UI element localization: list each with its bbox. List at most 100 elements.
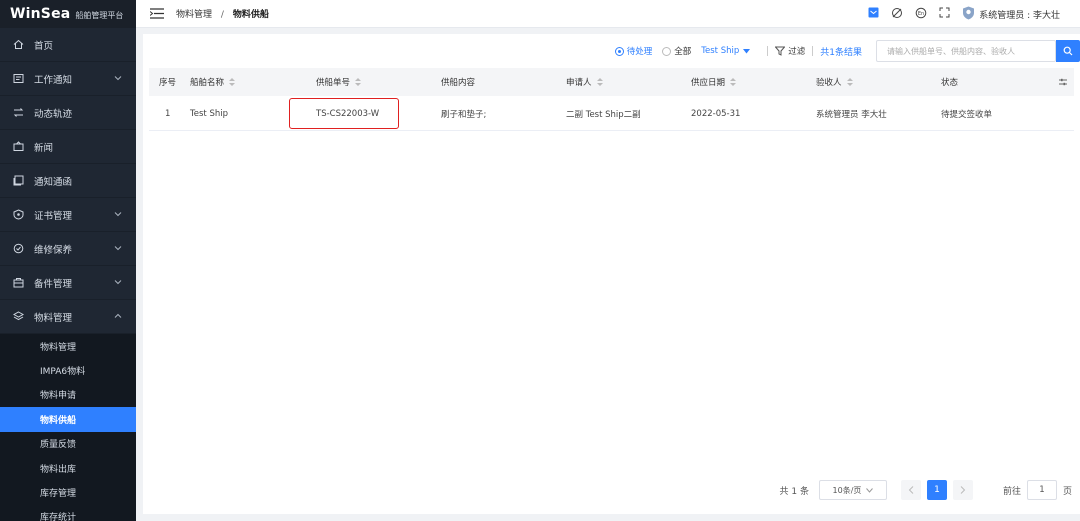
maintenance-icon xyxy=(12,243,24,255)
fullscreen-icon[interactable] xyxy=(939,7,950,21)
brand: WinSea 船舶管理平台 xyxy=(0,0,136,28)
prev-page-button[interactable] xyxy=(900,480,921,500)
sort-icon[interactable] xyxy=(229,78,236,86)
search-button[interactable] xyxy=(1056,40,1080,62)
column-header-supply-no[interactable]: 供船单号 xyxy=(316,68,362,96)
submenu-item-inventory-mgmt[interactable]: 库存管理 xyxy=(0,480,136,504)
chevron-down-icon xyxy=(114,278,122,289)
sidebar-item-track[interactable]: 动态轨迹 xyxy=(0,96,136,130)
message-icon[interactable] xyxy=(868,7,879,21)
radio-pending[interactable]: 待处理 xyxy=(614,45,653,57)
page-size-select[interactable]: 10条/页 xyxy=(818,480,887,500)
submenu-item-material-supply[interactable]: 物料供船 xyxy=(0,407,136,432)
column-header-status: 状态 xyxy=(941,78,959,88)
sidebar-item-label: 工作通知 xyxy=(34,74,73,86)
sidebar-item-label: 维修保养 xyxy=(34,244,73,256)
avatar xyxy=(962,6,975,23)
chevron-up-icon xyxy=(114,312,122,323)
cell-index: 1 xyxy=(165,109,171,119)
column-header-ship[interactable]: 船舶名称 xyxy=(190,68,236,96)
cell-ship-name: Test Ship xyxy=(190,109,228,119)
cell-applicant: 二副 Test Ship二副 xyxy=(566,110,641,120)
sidebar-item-circular[interactable]: 通知通函 xyxy=(0,164,136,198)
filter-button[interactable]: 过滤 xyxy=(775,45,805,57)
sidebar: WinSea 船舶管理平台 首页 工作通知 动态轨迹 新闻 通知通函 证书管理 … xyxy=(0,0,136,521)
table-header: 序号 船舶名称 供船单号 供船内容 申请人 供应日期 验收人 状态 xyxy=(149,68,1074,96)
menu-toggle-icon[interactable] xyxy=(150,8,164,19)
sort-icon[interactable] xyxy=(355,78,362,86)
sidebar-item-label: 动态轨迹 xyxy=(34,108,73,120)
chevron-left-icon xyxy=(908,486,914,494)
submenu-item-material-outbound[interactable]: 物料出库 xyxy=(0,456,136,480)
sort-icon[interactable] xyxy=(730,78,737,86)
track-icon xyxy=(12,107,24,119)
chevron-down-icon xyxy=(114,210,122,221)
breadcrumb: 物料管理 / 物料供船 xyxy=(176,7,269,20)
submenu-item-material-mgmt[interactable]: 物料管理 xyxy=(0,334,136,358)
submenu-item-inventory-stats[interactable]: 库存统计 xyxy=(0,505,136,521)
user-label: 系统管理员 : 李大壮 xyxy=(979,10,1060,21)
divider xyxy=(812,46,814,56)
chevron-right-icon xyxy=(960,486,966,494)
sidebar-item-news[interactable]: 新闻 xyxy=(0,130,136,164)
circular-icon xyxy=(12,175,24,187)
column-header-applicant[interactable]: 申请人 xyxy=(566,68,603,96)
caret-down-icon xyxy=(743,48,751,53)
no-signal-icon[interactable] xyxy=(891,7,903,22)
ship-select[interactable]: Test Ship xyxy=(701,46,751,56)
cell-content: 刷子和垫子; xyxy=(441,110,487,120)
next-page-button[interactable] xyxy=(952,480,973,500)
column-header-index: 序号 xyxy=(159,78,177,88)
sidebar-item-label: 通知通函 xyxy=(34,176,73,188)
sort-icon[interactable] xyxy=(846,78,853,86)
brand-subtitle: 船舶管理平台 xyxy=(75,10,124,20)
sort-icon[interactable] xyxy=(596,78,603,86)
sidebar-item-label: 新闻 xyxy=(34,142,54,154)
brand-logo: WinSea xyxy=(10,6,71,22)
table-row[interactable]: 1 Test Ship TS-CS22003-W 刷子和垫子; 二副 Test … xyxy=(149,97,1074,131)
toolbar: 待处理 全部 Test Ship 过滤 共1条结果 请输入供船单号、供船内容、验… xyxy=(614,39,1080,63)
sidebar-item-work-notice[interactable]: 工作通知 xyxy=(0,62,136,96)
sidebar-item-label: 备件管理 xyxy=(34,278,73,290)
language-icon[interactable]: En xyxy=(915,7,927,22)
svg-text:En: En xyxy=(918,10,924,16)
radio-label: 全部 xyxy=(674,47,692,57)
radio-label: 待处理 xyxy=(626,47,653,57)
chevron-down-icon xyxy=(114,244,122,255)
submenu-item-quality-feedback[interactable]: 质量反馈 xyxy=(0,432,136,456)
header-actions: En 系统管理员 : 李大壮 xyxy=(868,0,1060,28)
sidebar-item-home[interactable]: 首页 xyxy=(0,28,136,62)
user-menu[interactable]: 系统管理员 : 李大壮 xyxy=(962,6,1060,23)
sidebar-item-label: 物料管理 xyxy=(34,312,73,324)
sidebar-item-certificate[interactable]: 证书管理 xyxy=(0,198,136,232)
goto-page-input[interactable]: 1 xyxy=(1026,480,1057,500)
goto-label: 前往 xyxy=(1002,486,1021,497)
sidebar-item-material[interactable]: 物料管理 xyxy=(0,300,136,334)
news-icon xyxy=(12,141,24,153)
cell-date: 2022-05-31 xyxy=(691,109,741,119)
column-header-date[interactable]: 供应日期 xyxy=(691,68,737,96)
ship-select-value: Test Ship xyxy=(701,46,740,56)
column-header-acceptor[interactable]: 验收人 xyxy=(816,68,853,96)
material-icon xyxy=(12,311,24,323)
submenu-item-material-apply[interactable]: 物料申请 xyxy=(0,383,136,407)
page-unit-label: 页 xyxy=(1062,486,1072,497)
certificate-icon xyxy=(12,209,24,221)
breadcrumb-item[interactable]: 物料管理 xyxy=(176,10,212,20)
cell-acceptor: 系统管理员 李大壮 xyxy=(816,110,887,120)
top-header: 物料管理 / 物料供船 En 系统管理员 : 李大壮 xyxy=(136,0,1080,28)
page-size-value: 10条/页 xyxy=(832,485,862,495)
column-settings-icon[interactable] xyxy=(1059,68,1067,96)
radio-all[interactable]: 全部 xyxy=(662,45,691,57)
breadcrumb-separator: / xyxy=(220,10,224,20)
notice-icon xyxy=(12,73,24,85)
sidebar-item-maintenance[interactable]: 维修保养 xyxy=(0,232,136,266)
search-input[interactable]: 请输入供船单号、供船内容、验收人 xyxy=(876,40,1056,62)
search-icon xyxy=(1063,46,1073,56)
filter-label: 过滤 xyxy=(788,47,806,57)
home-icon xyxy=(12,39,24,51)
page-number-current[interactable]: 1 xyxy=(926,480,947,500)
submenu-material: 物料管理 IMPA6物料 物料申请 物料供船 质量反馈 物料出库 库存管理 库存… xyxy=(0,334,136,521)
submenu-item-impa6[interactable]: IMPA6物料 xyxy=(0,358,136,382)
sidebar-item-spare-parts[interactable]: 备件管理 xyxy=(0,266,136,300)
